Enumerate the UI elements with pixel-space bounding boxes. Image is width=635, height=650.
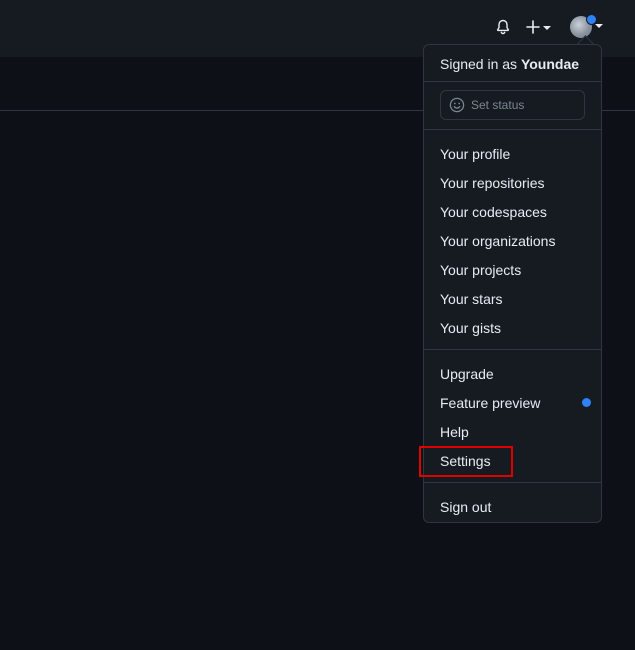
menu-item-your-gists[interactable]: Your gists [424,313,601,342]
menu-item-upgrade[interactable]: Upgrade [424,359,601,388]
username: Youndae [520,56,580,72]
menu-item-your-projects[interactable]: Your projects [424,255,601,284]
menu-item-sign-out[interactable]: Sign out [424,492,601,521]
set-status-button[interactable]: Set status [440,90,585,120]
feature-preview-label: Feature preview [440,394,541,411]
signed-in-prefix: Signed in as [440,56,521,72]
divider [424,129,601,130]
plus-icon [526,20,540,34]
menu-item-your-codespaces[interactable]: Your codespaces [424,197,601,226]
chevron-down-icon [595,24,603,28]
menu-item-help[interactable]: Help [424,417,601,446]
chevron-down-icon [543,26,551,30]
menu-item-your-profile[interactable]: Your profile [424,139,601,168]
menu-item-feature-preview[interactable]: Feature preview [424,388,601,417]
menu-item-your-organizations[interactable]: Your organizations [424,226,601,255]
divider [424,349,601,350]
user-dropdown-menu: Signed in as Youndae Set status Your pro… [423,44,602,523]
menu-item-your-repositories[interactable]: Your repositories [424,168,601,197]
create-new-button[interactable] [526,17,558,37]
smiley-icon [449,97,465,113]
divider [424,482,601,483]
bell-icon [496,19,510,35]
notifications-button[interactable] [493,17,513,37]
menu-item-your-stars[interactable]: Your stars [424,284,601,313]
set-status-label: Set status [471,98,525,112]
divider [424,81,601,82]
menu-item-settings[interactable]: Settings [424,446,601,475]
new-feature-dot [582,398,591,407]
signed-in-label: Signed in as Youndae [440,56,579,72]
